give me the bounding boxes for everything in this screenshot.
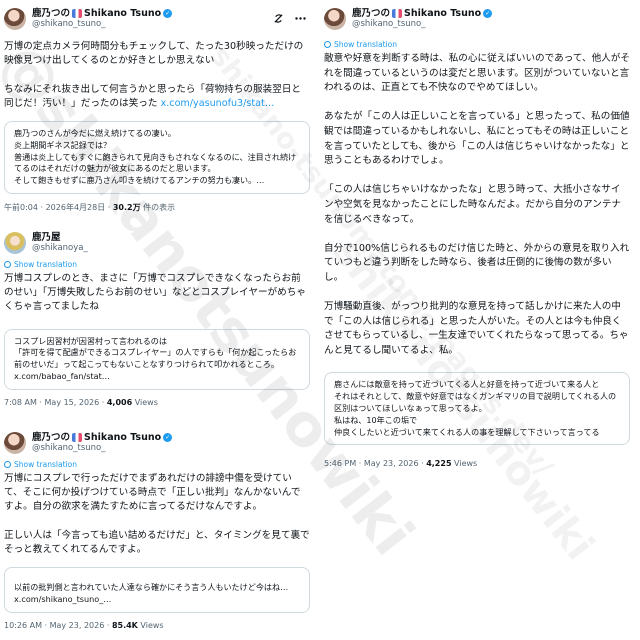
display-name-text: 鹿乃つの <box>32 8 71 19</box>
views-count: 4,225 <box>426 459 452 469</box>
display-name-text: 鹿乃屋 <box>32 232 61 243</box>
verified-badge-icon: ✓ <box>483 9 493 18</box>
views-count: 4,006 <box>106 397 133 407</box>
globe-icon <box>4 461 11 468</box>
tweet-card[interactable]: 鹿乃つの Shikano Tsuno ✓ @shikano_tsuno_ 万博の… <box>4 4 310 213</box>
tweet-header: 鹿乃つの Shikano Tsuno ✓ @shikano_tsuno_ <box>4 428 310 458</box>
flag-icon <box>72 9 83 18</box>
avatar[interactable] <box>4 8 26 30</box>
views-label: Views <box>137 620 164 630</box>
display-name-latin: Shikano Tsuno <box>404 8 482 19</box>
avatar[interactable] <box>4 232 26 254</box>
user-handle[interactable]: @shikano_tsuno_ <box>352 19 492 30</box>
tweet-header: 鹿乃つの Shikano Tsuno ✓ @shikano_tsuno_ <box>4 4 310 34</box>
tweet-timestamp[interactable]: 7:08 AM · May 15, 2026 · <box>4 398 107 407</box>
views-count: 30.2万 <box>112 203 141 212</box>
tweet-meta: 午前0:04 · 2026年4月28日 · 30.2万 件の表示 <box>4 202 310 213</box>
quoted-tweet-text: 鹿さんには敵意を持って近づいてくる人と好意を持って近づいて来る人と それはそれと… <box>334 379 617 437</box>
show-translation-text: Show translation <box>334 40 397 49</box>
tweet-timestamp[interactable]: 10:26 AM · May 23, 2026 · <box>4 621 112 630</box>
quoted-tweet[interactable]: コスプレ因習村が因習村って言われるのは 「許可を得て配慮ができるコスプレイヤー」… <box>4 328 310 390</box>
tweet-header: 鹿乃つの Shikano Tsuno ✓ @shikano_tsuno_ <box>324 4 630 34</box>
show-translation-link[interactable]: Show translation <box>4 460 310 469</box>
show-translation-link[interactable]: Show translation <box>4 260 310 269</box>
display-name-latin: Shikano Tsuno <box>84 8 162 19</box>
tweet-text: 万博にコスプレで行っただけでまずあれだけの誹謗中傷を受けていて、そこに何か投げつ… <box>4 473 310 556</box>
tweet-text: 万博コスプレのとき、まさに「万博でコスプレできなくなったらお前のせい」「万博失敗… <box>4 273 306 313</box>
flag-icon <box>72 433 83 442</box>
flag-icon <box>392 9 403 18</box>
tweet-timestamp[interactable]: 5:46 PM · May 23, 2026 · <box>324 459 426 468</box>
tweet-text: 万博の定点カメラ何時間分もチェックして、たった30秒映っただけの映像見つけ出して… <box>4 40 310 111</box>
tweet-header: 鹿乃屋 @shikanoya_ <box>4 228 310 258</box>
quoted-tweet-text: 鹿乃つのさんが今だに燃え続けてるの凄い。 炎上期間ギネス記録では？ 普通は炎上し… <box>14 128 297 186</box>
tweet-card[interactable]: 鹿乃屋 @shikanoya_ Show translation 万博コスプレの… <box>4 228 310 407</box>
globe-icon <box>4 261 11 268</box>
tweet-meta: 7:08 AM · May 15, 2026 · 4,006 Views <box>4 398 310 407</box>
display-name[interactable]: 鹿乃屋 <box>32 232 88 243</box>
show-translation-text: Show translation <box>14 460 77 469</box>
display-name[interactable]: 鹿乃つの Shikano Tsuno ✓ <box>32 432 173 443</box>
verified-badge-icon: ✓ <box>163 9 173 18</box>
views-label: 件の表示 <box>140 203 176 212</box>
quoted-tweet[interactable]: 鹿さんには敵意を持って近づいてくる人と好意を持って近づいて来る人と それはそれと… <box>324 372 630 446</box>
show-translation-text: Show translation <box>14 260 77 269</box>
quoted-tweet[interactable]: 鹿乃つのさんが今だに燃え続けてるの凄い。 炎上期間ギネス記録では？ 普通は炎上し… <box>4 121 310 194</box>
globe-icon <box>324 41 331 48</box>
user-handle[interactable]: @shikano_tsuno_ <box>32 443 172 454</box>
verified-badge-icon: ✓ <box>163 433 173 442</box>
tweet-timestamp[interactable]: 午前0:04 · 2026年4月28日 · <box>4 203 113 212</box>
views-label: Views <box>451 459 478 469</box>
user-handle[interactable]: @shikanoya_ <box>32 243 88 254</box>
user-handle[interactable]: @shikano_tsuno_ <box>32 19 172 30</box>
quoted-tweet-link[interactable]: x.com/babao_fan/stat… <box>14 371 110 381</box>
views-label: Views <box>132 397 158 407</box>
tweet-card[interactable]: 鹿乃つの Shikano Tsuno ✓ @shikano_tsuno_ Sho… <box>4 428 310 630</box>
views-count: 85.4K <box>111 620 138 630</box>
quoted-tweet-text: コスプレ因習村が因習村って言われるのは 「許可を得て配慮ができるコスプレイヤー」… <box>14 335 297 370</box>
display-name-text: 鹿乃つの <box>352 8 391 19</box>
tweet-meta: 5:46 PM · May 23, 2026 · 4,225 Views <box>324 459 630 468</box>
quoted-tweet-link[interactable]: x.com/shikano_tsuno_… <box>14 594 111 604</box>
tweet-link[interactable]: x.com/yasunofu3/stat… <box>161 98 275 109</box>
display-name-text: 鹿乃つの <box>32 432 71 443</box>
display-name[interactable]: 鹿乃つの Shikano Tsuno ✓ <box>352 8 493 19</box>
more-options-icon[interactable] <box>294 12 306 24</box>
display-name-latin: Shikano Tsuno <box>84 432 162 443</box>
tweet-text: 敵意や好意を判断する時は、私の心に従えばいいのであって、他人がそれを間違っている… <box>324 53 630 356</box>
show-translation-link[interactable]: Show translation <box>324 40 630 49</box>
avatar[interactable] <box>324 8 346 30</box>
tweet-meta: 10:26 AM · May 23, 2026 · 85.4K Views <box>4 621 310 630</box>
avatar[interactable] <box>4 432 26 454</box>
display-name[interactable]: 鹿乃つの Shikano Tsuno ✓ <box>32 8 173 19</box>
quoted-tweet[interactable]: 以前の批判側と言われていた人達なら確かにそう言う人もいたけど今はね… x.com… <box>4 567 310 613</box>
grok-icon[interactable] <box>272 12 284 24</box>
quoted-tweet-text: 以前の批判側と言われていた人達なら確かにそう言う人もいたけど今はね… <box>14 582 289 593</box>
tweet-card[interactable]: 鹿乃つの Shikano Tsuno ✓ @shikano_tsuno_ Sho… <box>324 4 630 469</box>
